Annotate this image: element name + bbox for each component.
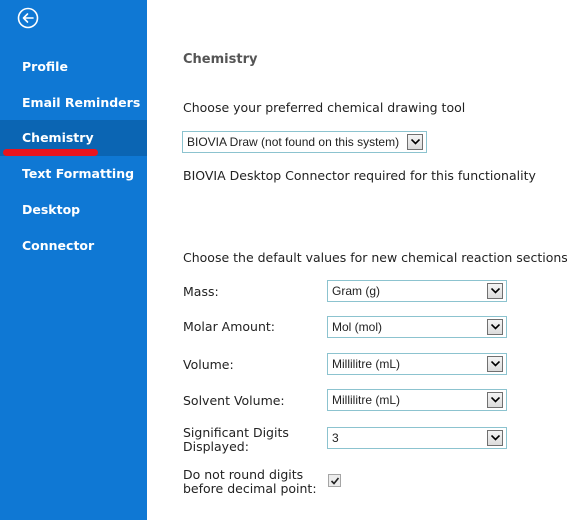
sidebar-item-text-formatting[interactable]: Text Formatting [0,156,147,192]
chevron-down-icon [407,134,423,150]
arrow-left-circle-icon [17,7,39,29]
significant-digits-label-line1: Significant Digits [183,425,289,440]
solvent-volume-select[interactable]: Millilitre (mL) [327,389,507,411]
mass-select[interactable]: Gram (g) [327,280,507,302]
sidebar-item-email-reminders[interactable]: Email Reminders [0,85,147,121]
mass-label: Mass: [183,284,219,299]
significant-digits-label-line2: Displayed: [183,439,249,454]
defaults-prompt: Choose the default values for new chemic… [183,250,567,265]
chevron-down-icon [487,430,503,446]
sidebar-item-profile[interactable]: Profile [0,49,147,85]
mass-value: Gram (g) [332,284,380,298]
significant-digits-select[interactable]: 3 [327,427,507,449]
round-digits-label: Do not round digits before decimal point… [183,468,317,496]
chevron-down-icon [487,392,503,408]
drawing-tool-select[interactable]: BIOVIA Draw (not found on this system) [182,131,427,153]
chevron-down-icon [487,319,503,335]
volume-value: Millilitre (mL) [332,357,400,371]
significant-digits-label: Significant Digits Displayed: [183,426,289,454]
checkmark-icon [330,477,340,485]
main-content: Chemistry Choose your preferred chemical… [147,0,567,520]
page-title: Chemistry [183,52,258,67]
drawing-tool-value: BIOVIA Draw (not found on this system) [187,135,400,149]
highlight-underline [3,149,98,156]
molar-amount-value: Mol (mol) [332,320,382,334]
solvent-volume-label: Solvent Volume: [183,393,285,408]
sidebar-item-desktop-connector[interactable]: Desktop Connector [0,192,147,253]
sidebar: Profile Email Reminders Chemistry Text F… [0,0,147,520]
round-digits-label-line1: Do not round digits [183,467,304,482]
back-button[interactable] [17,7,39,29]
significant-digits-value: 3 [332,431,339,445]
round-digits-checkbox[interactable] [328,474,341,487]
drawing-tool-prompt: Choose your preferred chemical drawing t… [183,100,466,115]
volume-select[interactable]: Millilitre (mL) [327,353,507,375]
solvent-volume-value: Millilitre (mL) [332,393,400,407]
chevron-down-icon [487,283,503,299]
connector-note: BIOVIA Desktop Connector required for th… [183,168,536,183]
molar-amount-select[interactable]: Mol (mol) [327,316,507,338]
chevron-down-icon [487,356,503,372]
volume-label: Volume: [183,357,234,372]
molar-amount-label: Molar Amount: [183,319,276,334]
round-digits-label-line2: before decimal point: [183,481,317,496]
